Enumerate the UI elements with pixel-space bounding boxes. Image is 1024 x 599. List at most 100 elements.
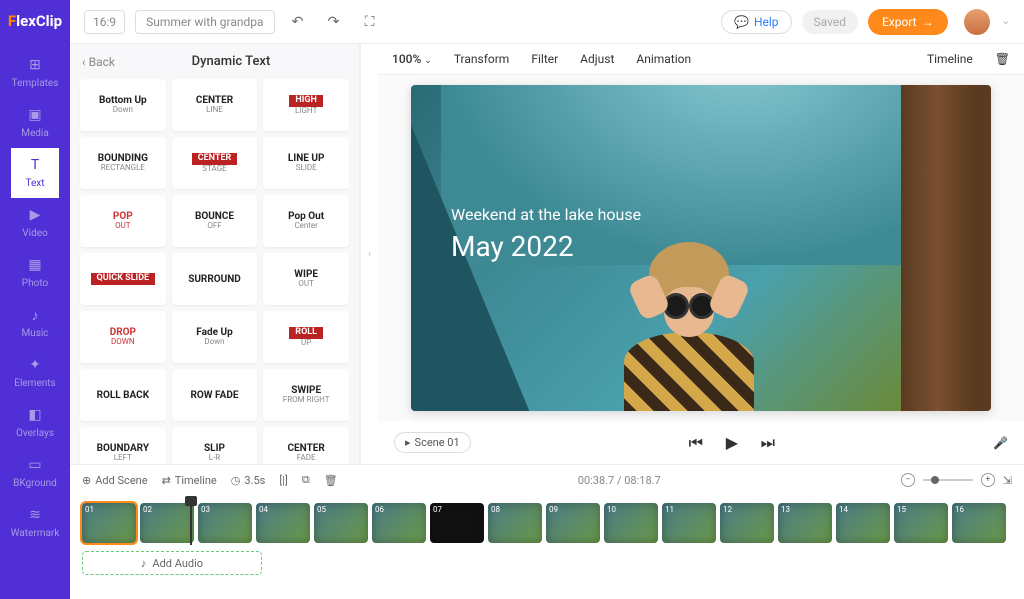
text-style-card[interactable]: BOUNDINGRECTANGLE: [80, 137, 166, 189]
next-icon[interactable]: ⏭: [758, 433, 778, 453]
zoom-out-icon[interactable]: −: [901, 473, 915, 487]
text-style-card[interactable]: CENTERLINE: [172, 79, 258, 131]
split-icon[interactable]: [|]: [279, 474, 288, 487]
add-audio-button[interactable]: ♪Add Audio: [82, 551, 262, 575]
overlays-icon: ◧: [27, 407, 43, 423]
text-style-card[interactable]: ROLL BACK: [80, 369, 166, 421]
timeline-clip[interactable]: 14: [836, 503, 890, 543]
sidebar-item-watermark[interactable]: ≋Watermark: [11, 498, 60, 548]
logo: FlexClip: [8, 12, 62, 30]
text-style-card[interactable]: ROW FADE: [172, 369, 258, 421]
sidebar-item-label: Watermark: [11, 528, 60, 539]
preview-canvas[interactable]: Weekend at the lake house May 2022: [411, 85, 991, 411]
fit-icon[interactable]: ⇲: [1003, 474, 1012, 487]
help-button[interactable]: 💬Help: [721, 10, 792, 34]
overlay-text[interactable]: Weekend at the lake house May 2022: [451, 205, 641, 263]
timeline-clip[interactable]: 07: [430, 503, 484, 543]
sidebar-item-templates[interactable]: ⊞Templates: [11, 48, 60, 98]
play-icon[interactable]: ▶: [722, 433, 742, 453]
text-style-card[interactable]: BOUNDARYLEFT: [80, 427, 166, 464]
sidebar-item-label: Overlays: [16, 428, 54, 439]
sidebar-item-music[interactable]: ♪Music: [11, 298, 60, 348]
play-bar: ▸Scene 01 ⏮ ▶ ⏭ 🎤: [378, 421, 1024, 464]
sidebar-item-label: Text: [25, 178, 44, 189]
timeline-clip[interactable]: 10: [604, 503, 658, 543]
chevron-down-icon[interactable]: ⌄: [1002, 16, 1010, 27]
text-style-card[interactable]: SURROUND: [172, 253, 258, 305]
zoom-select[interactable]: 100% ⌄: [392, 52, 432, 66]
trash-icon[interactable]: 🗑: [324, 474, 338, 487]
photo-icon: ▦: [27, 257, 43, 273]
fullscreen-icon[interactable]: ⛶: [357, 9, 383, 35]
duration-button[interactable]: ◷3.5s: [231, 474, 266, 487]
project-name-input[interactable]: Summer with grandpa: [135, 10, 274, 34]
sidebar-item-label: Video: [22, 228, 47, 239]
sidebar-item-overlays[interactable]: ◧ Overlays: [11, 398, 60, 448]
timeline-clip[interactable]: 15: [894, 503, 948, 543]
timeline-clip[interactable]: 03: [198, 503, 252, 543]
timeline-icon: ⇄: [162, 474, 171, 487]
tab-transform[interactable]: Transform: [454, 52, 510, 66]
text-style-card[interactable]: SLIPL-R: [172, 427, 258, 464]
sidebar-item-photo[interactable]: ▦ Photo: [11, 248, 60, 298]
timeline-clip[interactable]: 11: [662, 503, 716, 543]
sidebar-item-text[interactable]: TText: [11, 148, 60, 198]
back-button[interactable]: ‹ Back: [82, 55, 115, 69]
text-style-card[interactable]: CENTERSTAGE: [172, 137, 258, 189]
text-style-card[interactable]: BOUNCEOFF: [172, 195, 258, 247]
timeline-clip[interactable]: 12: [720, 503, 774, 543]
timeline-clip[interactable]: 08: [488, 503, 542, 543]
timeline: ⊕Add Scene ⇄Timeline ◷3.5s [|] ⧉ 🗑 00:38…: [70, 464, 1024, 599]
sidebar-item-media[interactable]: ▣Media: [11, 98, 60, 148]
playhead[interactable]: [190, 501, 192, 545]
zoom-in-icon[interactable]: +: [981, 473, 995, 487]
text-style-card[interactable]: Pop OutCenter: [263, 195, 349, 247]
text-style-card[interactable]: ROLLUP: [263, 311, 349, 363]
scene-select[interactable]: ▸Scene 01: [394, 432, 471, 453]
zoom-slider[interactable]: [923, 479, 973, 481]
avatar[interactable]: [964, 9, 990, 35]
aspect-ratio-select[interactable]: 16:9: [84, 10, 125, 34]
tab-adjust[interactable]: Adjust: [580, 52, 614, 66]
sidebar-item-bkground[interactable]: ▭BKground: [11, 448, 60, 498]
add-scene-button[interactable]: ⊕Add Scene: [82, 474, 148, 487]
text-style-card[interactable]: Bottom UpDown: [80, 79, 166, 131]
clock-icon: ◷: [231, 474, 241, 487]
export-button[interactable]: Export→: [868, 9, 948, 35]
text-style-card[interactable]: Fade UpDown: [172, 311, 258, 363]
text-style-card[interactable]: DROPDOWN: [80, 311, 166, 363]
text-style-card[interactable]: QUICK SLIDE: [80, 253, 166, 305]
timeline-clip[interactable]: 13: [778, 503, 832, 543]
timeline-clip[interactable]: 02: [140, 503, 194, 543]
timeline-clip[interactable]: 16: [952, 503, 1006, 543]
plus-icon: ⊕: [82, 474, 91, 487]
tab-animation[interactable]: Animation: [636, 52, 691, 66]
sidebar-item-label: Photo: [22, 278, 48, 289]
text-style-card[interactable]: POPOUT: [80, 195, 166, 247]
text-style-card[interactable]: HIGHLIGHT: [263, 79, 349, 131]
text-style-card[interactable]: LINE UPSLIDE: [263, 137, 349, 189]
timeline-clip[interactable]: 05: [314, 503, 368, 543]
stage-toolbar: 100% ⌄ Transform Filter Adjust Animation…: [378, 44, 1024, 75]
undo-icon[interactable]: ↶: [285, 9, 311, 35]
timeline-clip[interactable]: 01: [82, 503, 136, 543]
timeline-link[interactable]: Timeline: [927, 52, 973, 66]
timeline-clip[interactable]: 04: [256, 503, 310, 543]
timeline-clip[interactable]: 06: [372, 503, 426, 543]
text-panel: ‹ Back Dynamic Text Bottom UpDownCENTERL…: [70, 44, 360, 464]
text-style-card[interactable]: CENTERFADE: [263, 427, 349, 464]
delete-icon[interactable]: 🗑: [995, 52, 1010, 66]
text-style-card[interactable]: WIPEOUT: [263, 253, 349, 305]
text-style-card[interactable]: SWIPEFROM RIGHT: [263, 369, 349, 421]
prev-icon[interactable]: ⏮: [686, 433, 706, 453]
panel-collapse-handle[interactable]: ‹: [360, 44, 378, 464]
mic-icon[interactable]: 🎤: [993, 436, 1008, 450]
timeline-mode-button[interactable]: ⇄Timeline: [162, 474, 217, 487]
sidebar-item-elements[interactable]: ✦Elements: [11, 348, 60, 398]
tab-filter[interactable]: Filter: [531, 52, 558, 66]
sidebar-item-label: BKground: [13, 478, 57, 489]
redo-icon[interactable]: ↷: [321, 9, 347, 35]
timeline-clip[interactable]: 09: [546, 503, 600, 543]
sidebar-item-video[interactable]: ▶Video: [11, 198, 60, 248]
copy-icon[interactable]: ⧉: [302, 473, 310, 487]
